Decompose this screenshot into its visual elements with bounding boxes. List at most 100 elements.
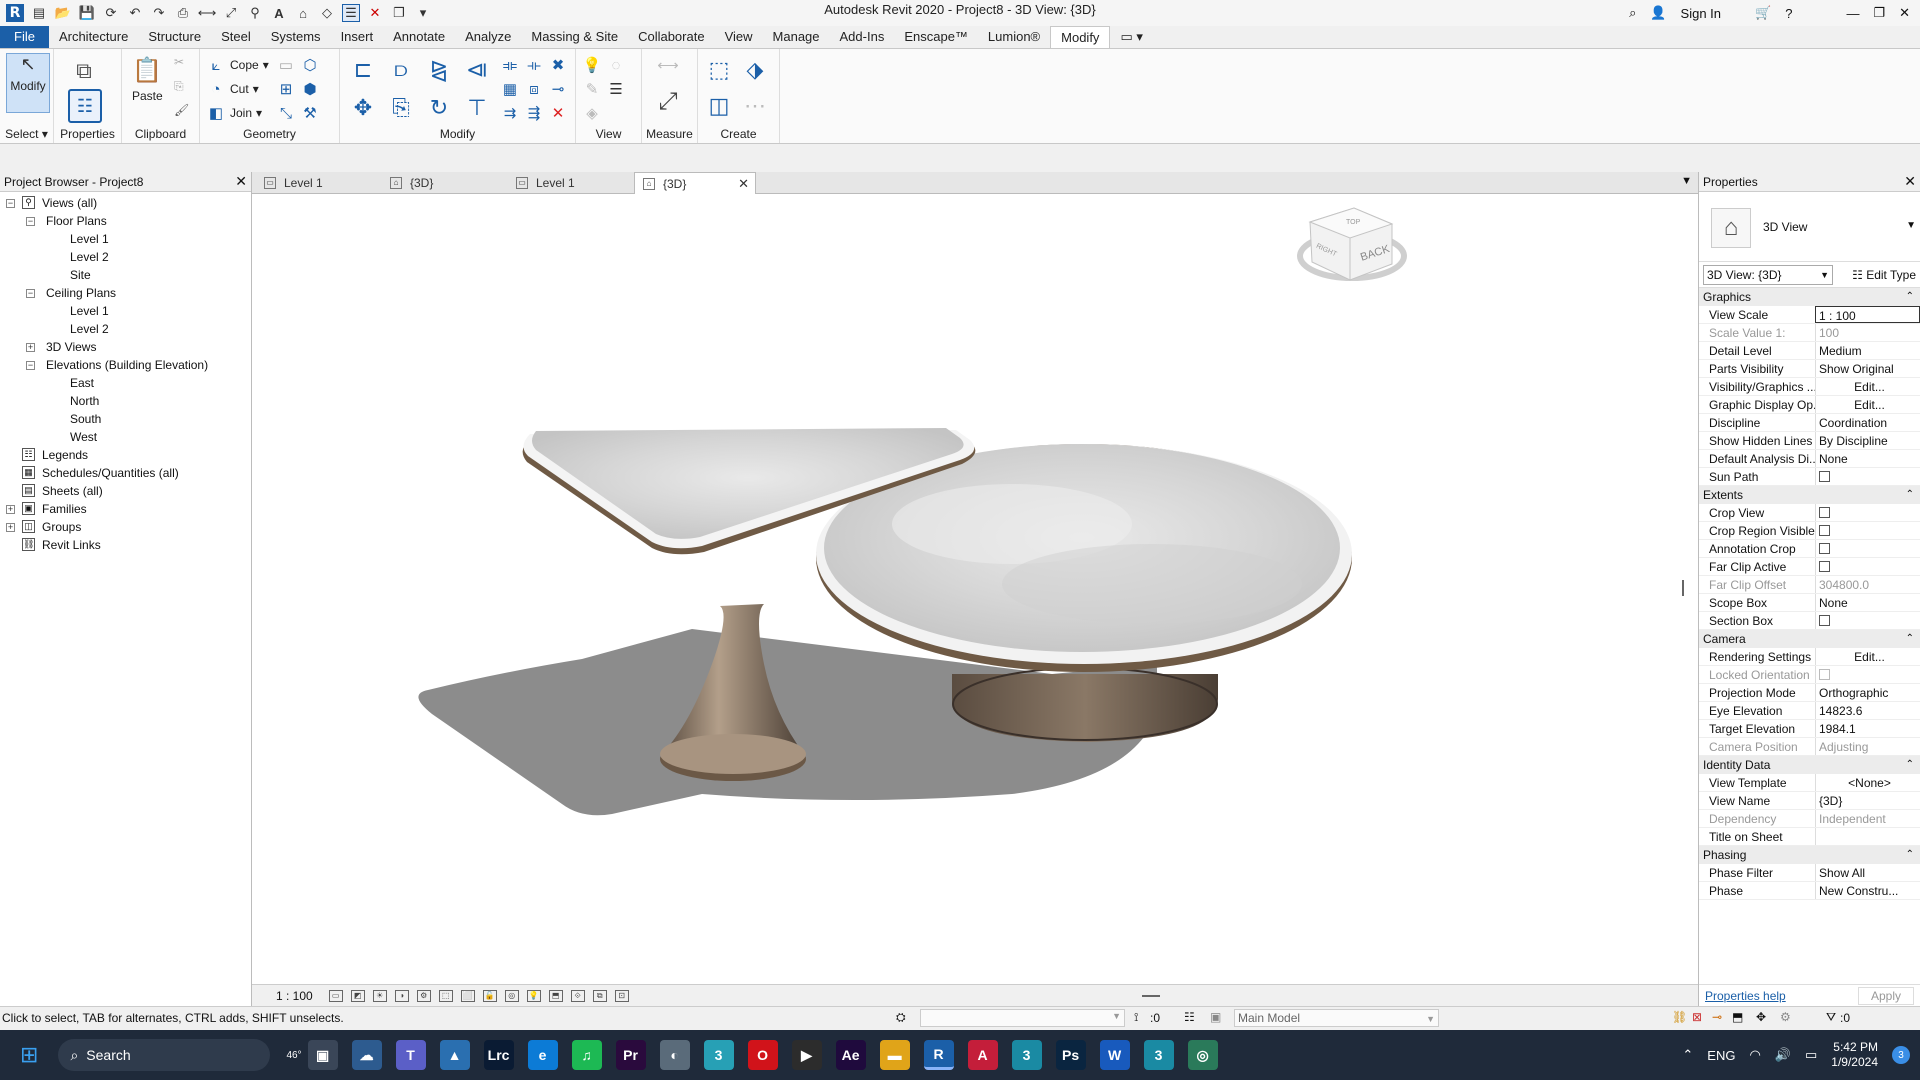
browser-item[interactable]: ⛓ Revit Links <box>0 536 251 554</box>
shadows-icon[interactable]: ◑ <box>394 989 409 1002</box>
delete-icon[interactable]: ✕ <box>548 103 568 123</box>
tab-architecture[interactable]: Architecture <box>49 26 138 48</box>
battery-icon[interactable]: ▭ <box>1805 1047 1817 1063</box>
close-icon[interactable]: ✕ <box>235 173 247 190</box>
property-value[interactable]: By Discipline <box>1815 432 1920 449</box>
collapse-icon[interactable]: ⌃ <box>1906 846 1914 864</box>
property-checkbox[interactable] <box>1819 561 1830 572</box>
select-links-icon[interactable]: ⛓ <box>1672 1010 1687 1024</box>
split-gap-icon[interactable]: ⟛ <box>524 55 544 75</box>
demolish-icon[interactable]: ⤡ <box>276 103 296 123</box>
unlock-3d-icon[interactable]: 🔓 <box>482 989 497 1002</box>
cope-button[interactable]: ⟀ Cope ▾ <box>206 55 269 75</box>
globe-icon[interactable]: ◐ <box>659 1040 690 1070</box>
property-value[interactable]: Medium <box>1815 342 1920 359</box>
linework-icon[interactable]: ✎ <box>582 79 602 99</box>
move-icon[interactable]: ✥ <box>348 93 378 123</box>
horizontal-scrollbar[interactable] <box>1142 995 1160 997</box>
tab-lumion[interactable]: Lumion® <box>978 26 1050 48</box>
sun-path-icon[interactable]: ☀ <box>372 989 387 1002</box>
array-icon[interactable]: ▦ <box>500 79 520 99</box>
network-icon[interactable]: ◎ <box>1187 1040 1218 1070</box>
view-tab[interactable]: ⌂ {3D} ✕ <box>634 172 756 194</box>
rotate-icon[interactable]: ↻ <box>424 93 454 123</box>
analytical-icon[interactable]: ⧉ <box>592 989 607 1002</box>
viewcube-top-face[interactable]: TOP <box>1346 219 1361 226</box>
match-properties-icon[interactable]: 🖌 <box>174 103 189 117</box>
collapse-icon[interactable]: ⌃ <box>1906 288 1914 306</box>
copy-icon[interactable]: ⎘ <box>174 79 184 94</box>
lightroom-classic-icon[interactable]: Lrc <box>483 1040 514 1070</box>
highlight-icon[interactable]: ⊡ <box>614 989 629 1002</box>
view-tab[interactable]: ▭ Level 1 <box>508 172 630 194</box>
property-group-header[interactable]: Extents ⌃ <box>1699 486 1920 504</box>
select-underlay-icon[interactable]: ⊠ <box>1692 1010 1702 1024</box>
browser-item[interactable]: Site <box>0 266 251 284</box>
offset-icon[interactable]: ⫐ <box>386 55 416 85</box>
browser-item[interactable]: ▦ Schedules/Quantities (all) <box>0 464 251 482</box>
split-face-icon[interactable]: ⬡ <box>300 55 320 75</box>
paste-button[interactable]: 📋 Paste <box>132 55 163 104</box>
collapse-icon[interactable]: ⌃ <box>1906 486 1914 504</box>
hammer-icon[interactable]: ⚒ <box>300 103 320 123</box>
drag-elements-icon[interactable]: ✥ <box>1756 1010 1766 1024</box>
unpin-icon[interactable]: ✖ <box>548 55 568 75</box>
browser-item[interactable]: Level 1 <box>0 230 251 248</box>
property-value[interactable]: Edit... <box>1815 378 1920 395</box>
redo-icon[interactable]: ↷ <box>150 4 168 22</box>
measure-icon[interactable]: ⟷ <box>198 4 217 22</box>
detail-level-icon[interactable]: ▭ <box>328 989 343 1002</box>
property-group-header[interactable]: Identity Data ⌃ <box>1699 756 1920 774</box>
trim-icon[interactable]: ⊤ <box>462 93 492 123</box>
windows-start-icon[interactable]: ⊞ <box>20 1042 38 1068</box>
browser-item[interactable]: Level 2 <box>0 248 251 266</box>
photos-icon[interactable]: ▲ <box>439 1040 470 1070</box>
line-weight-icon[interactable]: ☰ <box>606 79 626 99</box>
property-value[interactable]: 1 : 100 <box>1815 306 1920 323</box>
temp-hide-icon[interactable]: ◎ <box>504 989 519 1002</box>
help-icon[interactable]: ? <box>1785 6 1792 21</box>
create-assembly-icon[interactable]: ⬚ <box>704 55 734 85</box>
chevron-down-icon[interactable]: ▼ <box>1906 220 1916 231</box>
editable-only-icon[interactable]: ⟟ <box>1134 1010 1138 1025</box>
pin-icon[interactable]: ⊸ <box>548 79 568 99</box>
search-icon[interactable]: ⌕ <box>1629 5 1636 21</box>
visual-style-icon[interactable]: ◩ <box>350 989 365 1002</box>
worksharing-icon[interactable]: ⟐ <box>570 989 585 1002</box>
view-scale[interactable]: 1 : 100 <box>276 989 313 1003</box>
browser-item[interactable]: South <box>0 410 251 428</box>
property-value[interactable]: <None> <box>1815 774 1920 791</box>
tab-annotate[interactable]: Annotate <box>383 26 455 48</box>
clock[interactable]: 5:42 PM 1/9/2024 <box>1831 1040 1878 1070</box>
mirror-axis-icon[interactable]: ⧎ <box>424 55 454 85</box>
rendering-icon[interactable]: ⚙ <box>416 989 431 1002</box>
property-checkbox[interactable] <box>1819 525 1830 536</box>
contextual-tab-dropdown-icon[interactable]: ▭ ▾ <box>1110 26 1152 48</box>
expand-icon[interactable]: + <box>6 523 15 532</box>
property-checkbox[interactable] <box>1819 471 1830 482</box>
type-selector[interactable]: ⌂ 3D View ▼ <box>1699 192 1920 262</box>
sync-icon[interactable]: ⟳ <box>102 4 120 22</box>
word-icon[interactable]: W <box>1099 1040 1130 1070</box>
3dsmax-2-icon[interactable]: 3 <box>1011 1040 1042 1070</box>
opera-icon[interactable]: O <box>747 1040 778 1070</box>
temp-properties-icon[interactable]: ⬒ <box>548 989 563 1002</box>
properties-button[interactable]: ☷ <box>68 89 102 123</box>
create-similar-icon[interactable]: ⋯ <box>740 91 770 121</box>
3dsmax-3-icon[interactable]: 3 <box>1143 1040 1174 1070</box>
cart-icon[interactable]: 🛒 <box>1755 5 1771 21</box>
edit-type-button[interactable]: ☷ Edit Type <box>1852 268 1916 282</box>
copy-element-icon[interactable]: ⎘ <box>386 93 416 123</box>
tab-menu-icon[interactable]: ▼ <box>1681 175 1692 187</box>
revit-logo[interactable]: R <box>6 4 24 22</box>
sign-in-link[interactable]: Sign In <box>1681 6 1721 21</box>
browser-item[interactable]: West <box>0 428 251 446</box>
collapse-icon[interactable]: − <box>26 289 35 298</box>
tab-manage[interactable]: Manage <box>763 26 830 48</box>
taskbar-search[interactable]: ⌕ Search <box>58 1039 271 1071</box>
wall-joins-icon[interactable]: ▭ <box>276 55 296 75</box>
collapse-icon[interactable]: − <box>26 361 35 370</box>
reveal-hidden-icon[interactable]: 💡 <box>526 989 541 1002</box>
spotify-icon[interactable]: ♫ <box>571 1040 602 1070</box>
hide-icon[interactable]: ◌ <box>606 55 626 75</box>
